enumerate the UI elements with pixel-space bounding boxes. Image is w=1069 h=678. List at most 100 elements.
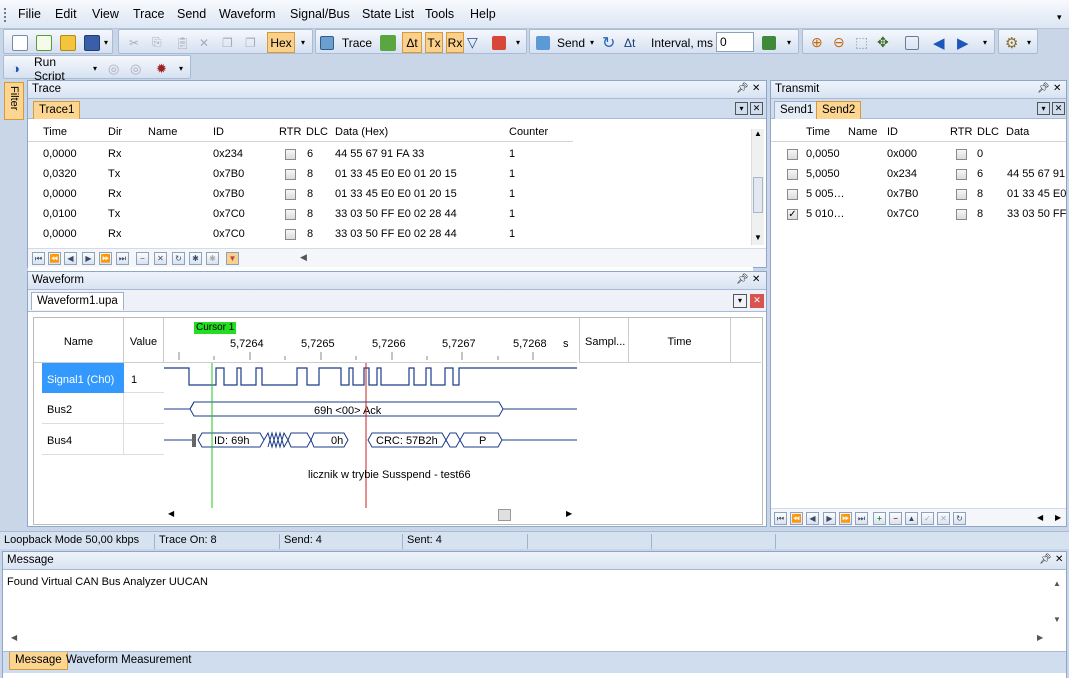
scroll-left-icon[interactable]: ◀	[168, 509, 174, 518]
row-rtr-checkbox[interactable]	[285, 189, 296, 200]
prev-record-icon[interactable]: ◀	[806, 512, 819, 525]
signal-name-signal1[interactable]: Signal1 (Ch0)	[42, 363, 124, 393]
delta-time-icon[interactable]: Δt	[624, 32, 635, 53]
col-name[interactable]: Name	[148, 126, 177, 138]
prev-page-icon[interactable]: ⏪	[790, 512, 803, 525]
col-dlc[interactable]: DLC	[306, 126, 328, 138]
copy-icon[interactable]: ⎘	[152, 32, 162, 53]
scroll-thumb[interactable]	[498, 509, 511, 521]
scroll-right-icon[interactable]: ▶	[1037, 633, 1043, 642]
rx-button[interactable]: Rx	[446, 32, 464, 53]
col-dir[interactable]: Dir	[108, 126, 122, 138]
row-enable-checkbox-checked[interactable]: ✓	[787, 209, 798, 220]
cancel-icon[interactable]: ✕	[937, 512, 950, 525]
delete-icon[interactable]: ✕	[199, 32, 209, 53]
clone-icon[interactable]: ❐	[245, 32, 256, 53]
scroll-up-icon[interactable]: ▲	[754, 129, 762, 138]
refresh-icon[interactable]: ↻	[953, 512, 966, 525]
trace-row[interactable]: 0,0000 Rx 0x7B0 8 01 33 45 E0 E0 01 20 1…	[28, 184, 573, 204]
star-disabled-icon[interactable]: ✱	[206, 252, 219, 265]
col-id[interactable]: ID	[213, 126, 224, 138]
trace-row[interactable]: 0,0000 Rx 0x7C0 8 33 03 50 FF E0 02 28 4…	[28, 224, 573, 244]
waveform-hscrollbar[interactable]: ◀ ▶	[164, 508, 577, 522]
zoom-out-icon[interactable]: ⊖	[833, 32, 845, 53]
scroll-down-icon[interactable]: ▼	[1053, 615, 1061, 624]
col-data[interactable]: Data (Hex)	[335, 126, 388, 138]
trace-row[interactable]: 0,0320 Tx 0x7B0 8 01 33 45 E0 E0 01 20 1…	[28, 164, 573, 184]
run-script-button[interactable]: Run Script	[34, 55, 90, 83]
close-icon[interactable]: ✕	[1055, 554, 1063, 565]
scroll-thumb[interactable]	[753, 177, 763, 213]
pin-icon[interactable]: 📌︎	[1039, 554, 1052, 565]
first-icon[interactable]: ⏮	[774, 512, 787, 525]
zoom-in-icon[interactable]: ⊕	[811, 32, 823, 53]
col-rtr[interactable]: RTR	[950, 126, 972, 138]
menu-view[interactable]: View	[92, 7, 119, 21]
next-page-icon[interactable]: ⏩	[99, 252, 112, 265]
prev-page-icon[interactable]: ⏪	[48, 252, 61, 265]
next-record-icon[interactable]: ▶	[823, 512, 836, 525]
move-up-icon[interactable]: ▲	[905, 512, 918, 525]
next-record-icon[interactable]: ▶	[82, 252, 95, 265]
cut-icon[interactable]: ✂	[129, 32, 139, 53]
duplicate-icon[interactable]: ❐	[222, 32, 233, 53]
toolbar-dropdown-icon[interactable]: ▾	[787, 32, 791, 53]
delta-time-icon[interactable]: Δt	[402, 32, 422, 53]
tab-close-icon[interactable]: ✕	[750, 294, 764, 308]
tab-menu-icon[interactable]: ▾	[1037, 102, 1050, 115]
tab-menu-icon[interactable]: ▾	[735, 102, 748, 115]
first-icon[interactable]: ⏮	[32, 252, 45, 265]
tab-trace1[interactable]: Trace1	[33, 101, 81, 119]
paste-icon[interactable]: 📋︎	[175, 32, 190, 53]
menu-help[interactable]: Help	[470, 7, 496, 21]
add-icon[interactable]: +	[873, 512, 886, 525]
refresh-icon[interactable]: ↻	[172, 252, 185, 265]
remove-icon[interactable]: −	[889, 512, 902, 525]
repeat-icon[interactable]: ↻	[602, 32, 615, 53]
trace-vscrollbar[interactable]: ▲ ▼	[751, 129, 764, 245]
trace-row[interactable]: 0,0000 Rx 0x234 6 44 55 67 91 FA 33 1	[28, 144, 573, 164]
toolbar-dropdown-icon[interactable]: ▾	[104, 32, 108, 53]
autoscroll-icon[interactable]	[380, 32, 396, 53]
toolbar-dropdown-icon[interactable]: ▾	[301, 32, 305, 53]
signal-name-bus2[interactable]: Bus2	[42, 393, 124, 424]
scroll-down-icon[interactable]: ▼	[754, 233, 762, 242]
debug-icon[interactable]: ✹	[156, 58, 167, 79]
cursor1-label[interactable]: Cursor 1	[194, 322, 237, 334]
row-rtr-checkbox[interactable]	[956, 189, 967, 200]
fit-icon[interactable]: ✥	[877, 32, 889, 53]
prev-record-icon[interactable]: ◀	[64, 252, 77, 265]
row-rtr-checkbox[interactable]	[285, 149, 296, 160]
toolbar-dropdown-icon[interactable]: ▾	[179, 58, 183, 79]
trace-row[interactable]: 0,0100 Tx 0x7C0 8 33 03 50 FF E0 02 28 4…	[28, 204, 573, 224]
remove-icon[interactable]: −	[136, 252, 149, 265]
col-time[interactable]: Time	[43, 126, 67, 138]
row-enable-checkbox[interactable]	[787, 149, 798, 160]
scroll-right-icon[interactable]: ▶	[566, 509, 572, 518]
col-name[interactable]: Name	[848, 126, 877, 138]
menu-trace[interactable]: Trace	[133, 7, 165, 21]
hscroll-left-icon[interactable]: ◀	[300, 252, 307, 263]
save-icon[interactable]	[84, 32, 100, 53]
run-script-dropdown-icon[interactable]: ▾	[93, 58, 97, 79]
send-dropdown-icon[interactable]: ▾	[590, 32, 594, 53]
scroll-left-icon[interactable]: ◀	[11, 633, 17, 642]
tab-close-icon[interactable]: ✕	[1052, 102, 1065, 115]
close-icon[interactable]: ✕	[752, 274, 760, 285]
pin-icon[interactable]: 📌︎	[1037, 83, 1050, 94]
tab-send1[interactable]: Send1	[774, 101, 820, 119]
pin-icon[interactable]: 📌︎	[736, 83, 749, 94]
toolbar-dropdown-icon[interactable]: ▾	[983, 32, 987, 53]
tab-waveform1[interactable]: Waveform1.upa	[31, 292, 124, 310]
new-icon[interactable]	[12, 32, 28, 53]
row-rtr-checkbox[interactable]	[285, 169, 296, 180]
tab-close-icon[interactable]: ✕	[750, 102, 763, 115]
col-data[interactable]: Data	[1006, 126, 1029, 138]
trace-button[interactable]: Trace	[338, 32, 376, 53]
interval-input[interactable]	[716, 32, 754, 52]
close-icon[interactable]: ✕	[1053, 83, 1061, 94]
row-rtr-checkbox[interactable]	[285, 229, 296, 240]
transmit-row[interactable]: 5 005… 0x7B0 8 01 33 45 E0	[771, 184, 1066, 204]
settings-icon[interactable]: ⚙	[1005, 32, 1018, 53]
transmit-row[interactable]: 0,0050 0x000 0	[771, 144, 1066, 164]
